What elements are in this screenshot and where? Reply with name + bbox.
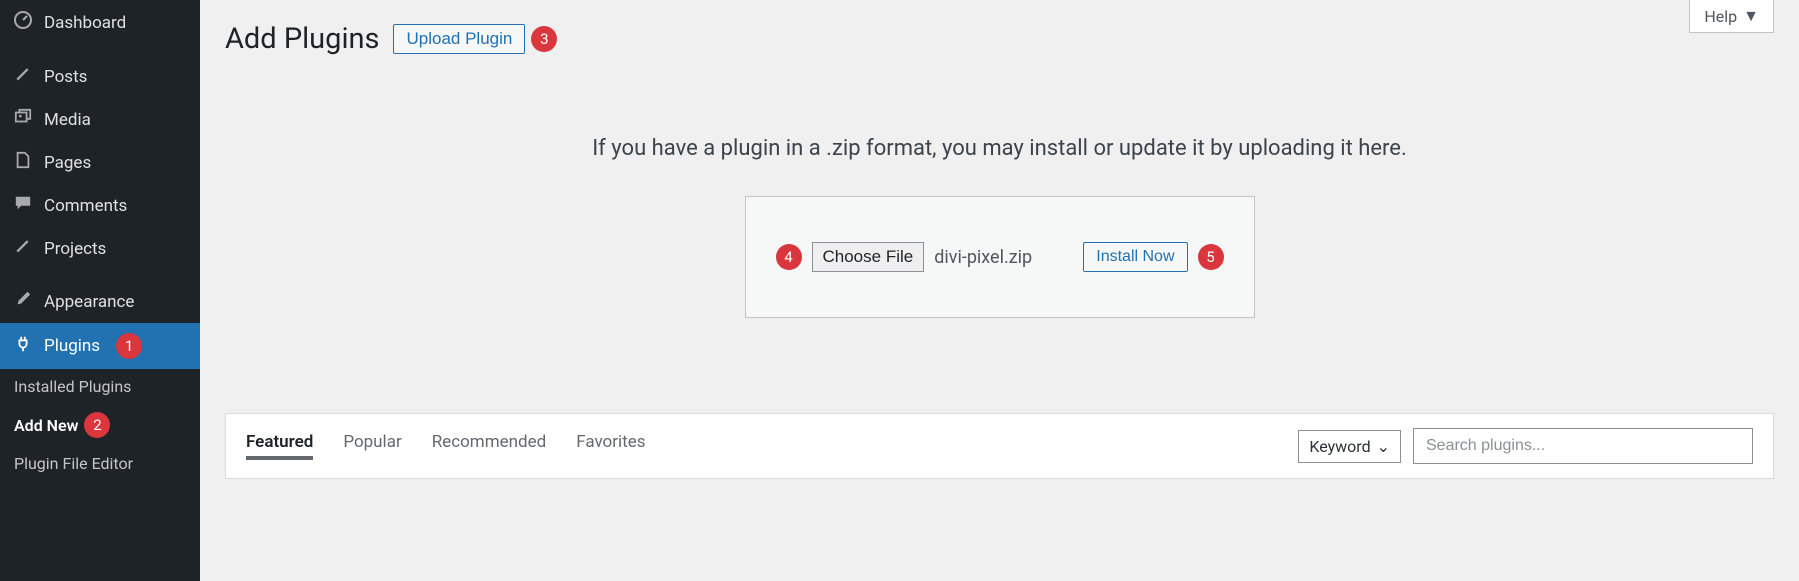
chevron-down-icon: ⌄ — [1377, 437, 1390, 456]
submenu-installed-plugins[interactable]: Installed Plugins — [0, 369, 200, 404]
select-label: Keyword — [1309, 437, 1370, 456]
dashboard-icon — [12, 10, 34, 35]
admin-sidebar: Dashboard Posts Media Pages Comments Pro… — [0, 0, 200, 581]
step-badge-3: 3 — [531, 26, 557, 52]
main-content: Help ▼ Add Plugins Upload Plugin 3 If yo… — [200, 0, 1799, 581]
selected-file-name: divi-pixel.zip — [934, 247, 1032, 268]
plugins-submenu: Installed Plugins Add New 2 Plugin File … — [0, 369, 200, 491]
step-badge-5: 5 — [1198, 244, 1224, 270]
page-title: Add Plugins — [225, 22, 379, 56]
submenu-plugin-file-editor[interactable]: Plugin File Editor — [0, 446, 200, 481]
submenu-label: Add New — [14, 416, 78, 435]
step-badge-2: 2 — [84, 412, 110, 438]
sidebar-item-media[interactable]: Media — [0, 98, 200, 141]
search-plugins-input[interactable] — [1413, 428, 1753, 464]
media-icon — [12, 108, 34, 131]
help-tab[interactable]: Help ▼ — [1689, 0, 1774, 33]
upload-box: 4 Choose File divi-pixel.zip Install Now… — [745, 196, 1255, 318]
sidebar-item-pages[interactable]: Pages — [0, 141, 200, 184]
sidebar-label: Dashboard — [44, 13, 126, 33]
sidebar-item-posts[interactable]: Posts — [0, 55, 200, 98]
sidebar-label: Comments — [44, 196, 127, 216]
sidebar-item-comments[interactable]: Comments — [0, 184, 200, 227]
step-badge-1: 1 — [116, 333, 142, 359]
sidebar-label: Projects — [44, 239, 106, 259]
upload-info-text: If you have a plugin in a .zip format, y… — [225, 136, 1774, 161]
pin-icon — [12, 65, 34, 88]
help-label: Help — [1704, 7, 1737, 26]
search-type-select[interactable]: Keyword ⌄ — [1298, 430, 1401, 463]
choose-file-button[interactable]: Choose File — [812, 242, 925, 272]
submenu-add-new[interactable]: Add New 2 — [0, 404, 200, 446]
step-badge-4: 4 — [776, 244, 802, 270]
sidebar-label: Posts — [44, 67, 87, 87]
chevron-down-icon: ▼ — [1743, 6, 1759, 26]
upload-plugin-button[interactable]: Upload Plugin — [393, 24, 525, 54]
sidebar-item-projects[interactable]: Projects — [0, 227, 200, 270]
comment-icon — [12, 194, 34, 217]
plugin-tabs-bar: Featured Popular Recommended Favorites K… — [225, 413, 1774, 479]
sidebar-label: Plugins — [44, 336, 100, 356]
sidebar-label: Appearance — [44, 292, 134, 312]
tab-featured[interactable]: Featured — [246, 432, 313, 460]
sidebar-item-plugins[interactable]: Plugins 1 — [0, 323, 200, 369]
page-icon — [12, 151, 34, 174]
brush-icon — [12, 290, 34, 313]
tab-popular[interactable]: Popular — [343, 432, 401, 460]
pin-icon — [12, 237, 34, 260]
install-now-button[interactable]: Install Now — [1083, 242, 1187, 272]
sidebar-item-dashboard[interactable]: Dashboard — [0, 0, 200, 45]
plug-icon — [12, 335, 34, 358]
sidebar-label: Pages — [44, 153, 91, 173]
sidebar-item-appearance[interactable]: Appearance — [0, 280, 200, 323]
tab-favorites[interactable]: Favorites — [576, 432, 645, 460]
tab-recommended[interactable]: Recommended — [432, 432, 547, 460]
sidebar-label: Media — [44, 110, 91, 130]
